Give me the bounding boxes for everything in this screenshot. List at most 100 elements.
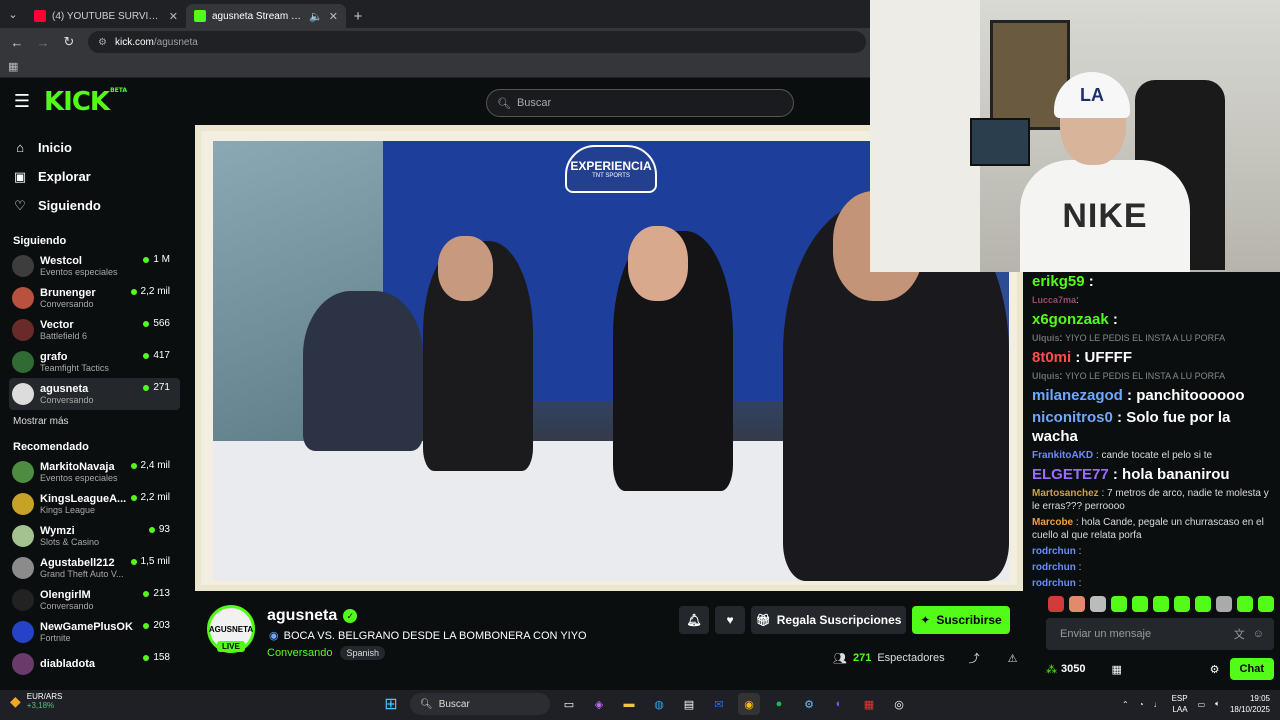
emoji-icon[interactable]: ☺ <box>1253 628 1264 640</box>
file-explorer-icon[interactable]: ▬ <box>618 693 640 715</box>
forward-arrow-icon[interactable]: → <box>36 35 50 50</box>
channel-viewers: 93 <box>148 524 170 535</box>
channel-item[interactable]: Wymzi Slots & Casino 93 <box>0 520 180 552</box>
browser-tab-youtube[interactable]: (4) YOUTUBE SURVIVAL GAMES ✕ <box>26 4 186 28</box>
streamer-name[interactable]: agusneta <box>267 607 337 625</box>
nav-explorar[interactable]: ▣ Explorar <box>12 162 190 191</box>
chevron-up-icon[interactable]: ⌃ <box>1122 700 1129 709</box>
outlook-icon[interactable]: ✉ <box>708 693 730 715</box>
system-clock[interactable]: 19:05 18/10/2025 <box>1230 693 1270 715</box>
mic-icon[interactable]: ♩ <box>1154 700 1162 709</box>
volume-icon[interactable]: 🔈︎ <box>1215 699 1220 709</box>
show-more-link[interactable]: Mostrar más <box>0 410 190 432</box>
taskbar-search[interactable]: 🔍︎ Buscar <box>410 693 550 715</box>
task-view-icon[interactable]: ▭ <box>558 693 580 715</box>
report-icon[interactable]: ⚠ <box>1008 652 1018 665</box>
new-tab-button[interactable]: + <box>346 4 370 28</box>
chat-username[interactable]: x6gonzaak <box>1032 311 1109 328</box>
emote-icon[interactable] <box>1069 596 1085 612</box>
chat-username[interactable]: Marcobe <box>1032 517 1073 528</box>
url-input[interactable]: ⚙ kick.com/agusneta <box>88 31 866 53</box>
apps-grid-icon[interactable]: ▦ <box>8 60 18 73</box>
chat-username[interactable]: rodrchun <box>1032 562 1076 573</box>
chat-username[interactable]: Martosanchez <box>1032 488 1099 499</box>
follow-heart-button[interactable]: ♥ <box>715 606 745 634</box>
emote-icon[interactable] <box>1111 596 1127 612</box>
channel-item[interactable]: KingsLeagueA... Kings League 2,2 mil <box>0 488 180 520</box>
ticker-widget[interactable]: ◆ EUR/ARS +3,18% <box>10 692 62 710</box>
chat-username[interactable]: niconitros0 <box>1032 409 1113 426</box>
close-tab-icon[interactable]: ✕ <box>329 10 338 23</box>
language-indicator[interactable]: ESP LAA <box>1172 693 1188 715</box>
emote-icon[interactable] <box>1048 596 1064 612</box>
language-tag[interactable]: Spanish <box>340 646 385 660</box>
chrome-icon[interactable]: ◉ <box>738 693 760 715</box>
display-icon[interactable]: ▭ <box>1198 700 1206 709</box>
back-arrow-icon[interactable]: ← <box>10 35 24 50</box>
send-chat-button[interactable]: Chat <box>1229 658 1274 680</box>
edge-icon[interactable]: ◍ <box>648 693 670 715</box>
search-input[interactable]: 🔍︎ Buscar <box>486 89 794 117</box>
chat-username[interactable]: ELGETE77 <box>1032 466 1109 483</box>
start-windows-icon[interactable]: ⊞ <box>380 693 402 715</box>
channel-item[interactable]: NewGamePlusOK Fortnite 203 <box>0 616 180 648</box>
settings-icon[interactable]: ⚙ <box>1210 663 1220 676</box>
channel-item[interactable]: Westcol Eventos especiales 1 M <box>0 250 180 282</box>
chat-username[interactable]: milanezagod <box>1032 387 1123 404</box>
channel-name: agusneta <box>40 383 89 395</box>
kick-logo[interactable]: KICKBETA <box>44 87 127 117</box>
emote-icon[interactable] <box>1132 596 1148 612</box>
emote-icon[interactable] <box>1195 596 1211 612</box>
tab-search-icon[interactable]: ⌄ <box>0 0 26 28</box>
emote-icon[interactable] <box>1174 596 1190 612</box>
channel-item[interactable]: grafo Teamfight Tactics 417 <box>0 346 180 378</box>
app-icon[interactable]: ▦ <box>858 693 880 715</box>
site-info-icon[interactable]: ⚙ <box>98 37 107 48</box>
chat-username[interactable]: Lucca7ma <box>1032 295 1076 305</box>
ticker-icon: ◆ <box>10 692 21 709</box>
speaker-icon[interactable]: 🔈 <box>309 10 323 23</box>
chat-username[interactable]: Ulquis <box>1032 371 1060 381</box>
notifications-bell-button[interactable]: 🔔︎ <box>679 606 709 634</box>
steam-icon[interactable]: ⚙ <box>798 693 820 715</box>
discord-icon[interactable]: ◐ <box>828 693 850 715</box>
stream-category[interactable]: Conversando <box>267 647 332 659</box>
translate-icon[interactable]: 文 <box>1234 626 1245 642</box>
subscribe-button[interactable]: ✦ Suscribirse <box>912 606 1010 634</box>
obs-icon[interactable]: ◎ <box>888 693 910 715</box>
nav-siguiendo[interactable]: ♡ Siguiendo <box>12 191 190 220</box>
chat-username[interactable]: rodrchun <box>1032 546 1076 557</box>
channel-item[interactable]: Brunenger Conversando 2,2 mil <box>0 282 180 314</box>
channel-points-icon[interactable]: ⁂ <box>1046 663 1057 676</box>
gift-subscriptions-button[interactable]: 🎁︎ Regala Suscripciones <box>751 606 906 634</box>
channel-item[interactable]: agusneta Conversando 271 <box>9 378 180 410</box>
chat-username[interactable]: rodrchun <box>1032 578 1076 588</box>
network-icon[interactable]: ◔ <box>1139 700 1144 709</box>
reload-icon[interactable]: ↻ <box>62 34 76 50</box>
store-icon[interactable]: ▦ <box>1111 663 1121 676</box>
chat-username[interactable]: Ulquis <box>1032 333 1060 343</box>
browser-tab-kick[interactable]: agusneta Stream - Watch L 🔈 ✕ <box>186 4 346 28</box>
copilot-icon[interactable]: ◈ <box>588 693 610 715</box>
store-icon[interactable]: ▤ <box>678 693 700 715</box>
channel-item[interactable]: Vector Battlefield 6 566 <box>0 314 180 346</box>
channel-item[interactable]: diabladota 158 <box>0 648 180 680</box>
emote-icon[interactable] <box>1153 596 1169 612</box>
emote-icon[interactable] <box>1216 596 1232 612</box>
channel-item[interactable]: Agustabell212 Grand Theft Auto V... 1,5 mi… <box>0 552 180 584</box>
chat-username[interactable]: FrankitoAKD <box>1032 450 1093 461</box>
chat-username[interactable]: 8t0mi <box>1032 349 1071 366</box>
chat-username[interactable]: erikg59 <box>1032 273 1085 290</box>
close-tab-icon[interactable]: ✕ <box>169 10 178 23</box>
chat-input[interactable]: Enviar un mensaje 文 ☺ <box>1046 618 1274 650</box>
channel-item[interactable]: MarkitoNavaja Eventos especiales 2,4 mil <box>0 456 180 488</box>
emote-icon[interactable] <box>1237 596 1253 612</box>
chat-message: erikg59 : <box>1032 272 1276 291</box>
share-icon[interactable]: ⤴ <box>969 650 980 666</box>
channel-item[interactable]: OlengirlM Conversando 213 <box>0 584 180 616</box>
emote-icon[interactable] <box>1258 596 1274 612</box>
emote-icon[interactable] <box>1090 596 1106 612</box>
spotify-icon[interactable]: ● <box>768 693 790 715</box>
nav-inicio[interactable]: ⌂ Inicio <box>12 133 190 162</box>
hamburger-menu-icon[interactable]: ☰ <box>0 91 44 112</box>
